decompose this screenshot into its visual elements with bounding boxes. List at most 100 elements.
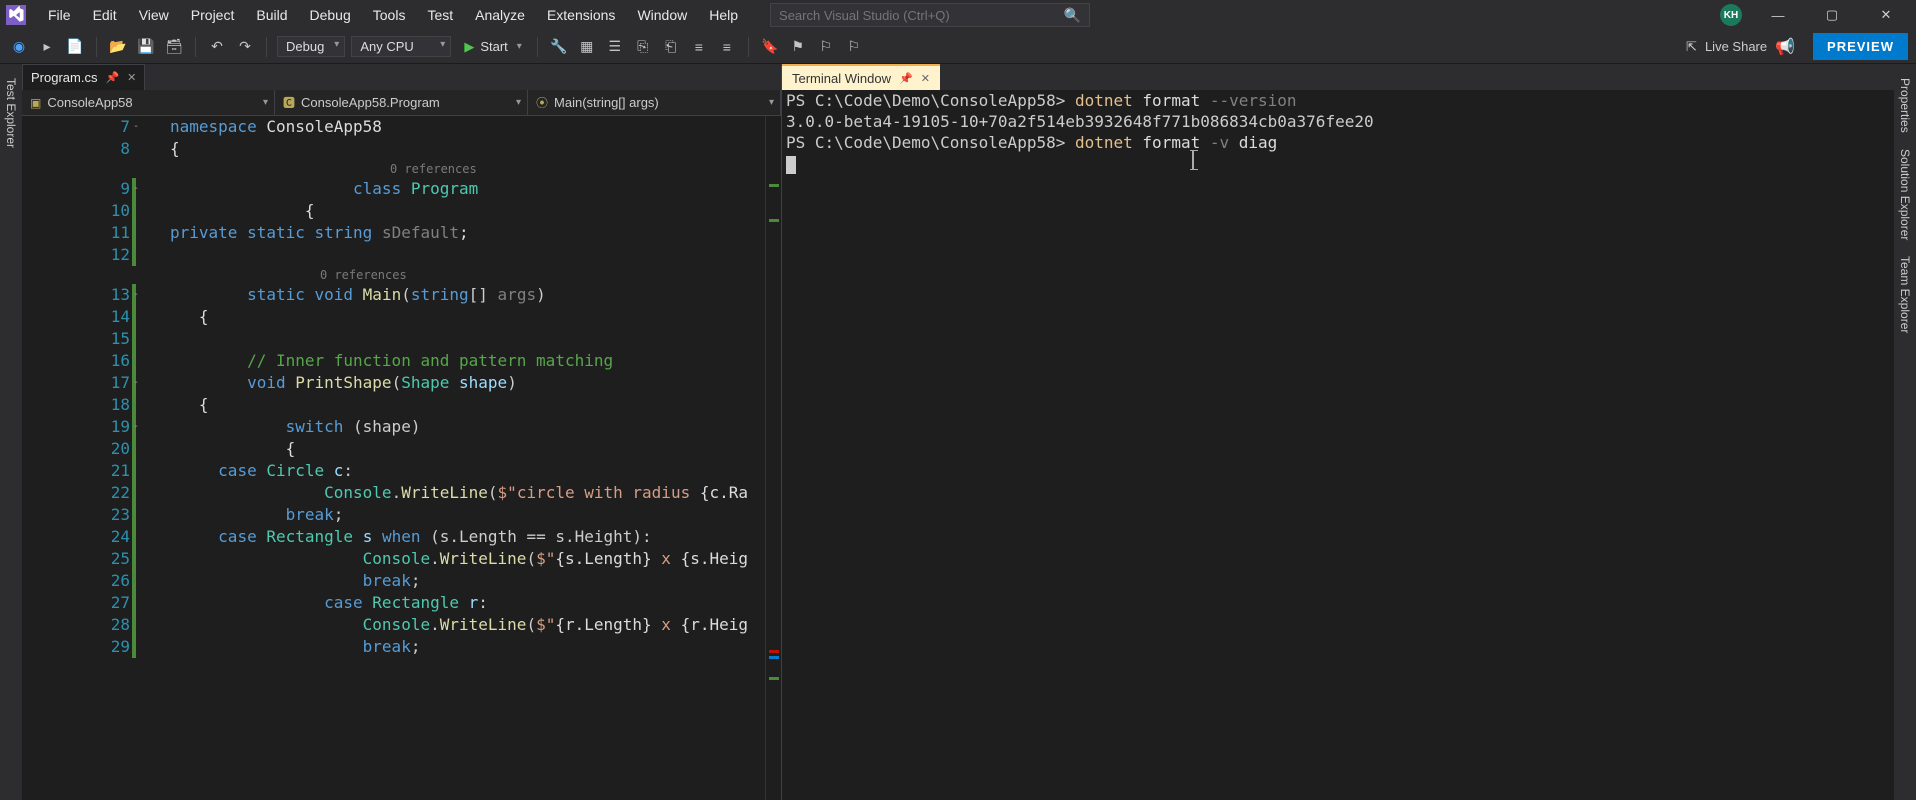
terminal-line[interactable]: PS C:\Code\Demo\ConsoleApp58> dotnet for… xyxy=(786,90,1890,111)
line-number[interactable]: 13- xyxy=(22,284,130,306)
close-window-button[interactable]: ✕ xyxy=(1868,3,1904,27)
line-number[interactable]: 21 xyxy=(22,460,130,482)
tb-icon-9[interactable]: ⚐ xyxy=(815,36,837,58)
line-number[interactable]: 10 xyxy=(22,200,130,222)
line-number[interactable]: 24 xyxy=(22,526,130,548)
new-project-icon[interactable]: 📄 xyxy=(64,36,86,58)
save-icon[interactable]: 💾 xyxy=(135,36,157,58)
quick-launch-search[interactable]: 🔍 xyxy=(770,3,1090,27)
rail-team-explorer[interactable]: Team Explorer xyxy=(1896,248,1914,341)
menu-analyze[interactable]: Analyze xyxy=(465,3,535,27)
code-line[interactable]: void PrintShape(Shape shape) xyxy=(140,372,781,394)
codelens-references[interactable]: 0 references xyxy=(140,266,781,284)
rail-test-explorer[interactable]: Test Explorer xyxy=(2,70,20,156)
line-number[interactable]: 7- xyxy=(22,116,130,138)
code-line[interactable]: Console.WriteLine($"{s.Length} x {s.Heig xyxy=(140,548,781,570)
feedback-icon[interactable]: 📢 xyxy=(1775,37,1795,57)
codelens-references[interactable]: 0 references xyxy=(140,160,781,178)
solution-platform-dropdown[interactable]: Any CPU xyxy=(351,36,451,57)
tb-icon-1[interactable]: 🔧 xyxy=(548,36,570,58)
code-line[interactable]: static void Main(string[] args) xyxy=(140,284,781,306)
code-line[interactable]: break; xyxy=(140,636,781,658)
search-input[interactable] xyxy=(779,8,1064,23)
rail-properties[interactable]: Properties xyxy=(1896,70,1914,141)
line-number[interactable]: 16 xyxy=(22,350,130,372)
tb-icon-3[interactable]: ☰ xyxy=(604,36,626,58)
line-number[interactable]: 11 xyxy=(22,222,130,244)
line-number[interactable]: 22 xyxy=(22,482,130,504)
close-icon[interactable]: ✕ xyxy=(127,71,136,84)
code-line[interactable]: case Rectangle s when (s.Length == s.Hei… xyxy=(140,526,781,548)
line-number[interactable]: 28 xyxy=(22,614,130,636)
code-line[interactable]: { xyxy=(140,200,781,222)
menu-extensions[interactable]: Extensions xyxy=(537,3,625,27)
code-line[interactable]: class Program xyxy=(140,178,781,200)
nav-class-dropdown[interactable]: 🅲 ConsoleApp58.Program xyxy=(275,90,528,115)
tb-icon-8[interactable]: ⚑ xyxy=(787,36,809,58)
tb-icon-5[interactable]: ⎗ xyxy=(660,36,682,58)
terminal-tab[interactable]: Terminal Window 📌 ✕ xyxy=(782,64,940,90)
code-line[interactable]: break; xyxy=(140,504,781,526)
code-line[interactable]: { xyxy=(140,438,781,460)
code-line[interactable] xyxy=(140,328,781,350)
menu-view[interactable]: View xyxy=(129,3,179,27)
nav-back-icon[interactable]: ◉ xyxy=(8,36,30,58)
code-editor[interactable]: 7-89-10111213-14151617-1819-202122232425… xyxy=(22,116,781,800)
nav-fwd-icon[interactable]: ▸ xyxy=(36,36,58,58)
menu-test[interactable]: Test xyxy=(417,3,463,27)
code-line[interactable]: Console.WriteLine($"{r.Length} x {r.Heig xyxy=(140,614,781,636)
avatar[interactable]: KH xyxy=(1720,4,1742,26)
menu-help[interactable]: Help xyxy=(699,3,748,27)
line-number[interactable]: 12 xyxy=(22,244,130,266)
open-file-icon[interactable]: 📂 xyxy=(107,36,129,58)
menu-project[interactable]: Project xyxy=(181,3,245,27)
minimize-button[interactable]: — xyxy=(1760,3,1796,27)
code-line[interactable]: case Rectangle r: xyxy=(140,592,781,614)
pin-icon[interactable]: 📌 xyxy=(899,72,913,85)
code-line[interactable]: break; xyxy=(140,570,781,592)
terminal-line[interactable]: 3.0.0-beta4-19105-10+70a2f514eb3932648f7… xyxy=(786,111,1890,132)
menu-window[interactable]: Window xyxy=(627,3,697,27)
line-number[interactable]: 17- xyxy=(22,372,130,394)
line-number[interactable]: 26 xyxy=(22,570,130,592)
rail-solution-explorer[interactable]: Solution Explorer xyxy=(1896,141,1914,248)
menu-file[interactable]: File xyxy=(38,3,81,27)
maximize-button[interactable]: ▢ xyxy=(1814,3,1850,27)
nav-project-dropdown[interactable]: ▣ ConsoleApp58 xyxy=(22,90,275,115)
start-debug-button[interactable]: ▶ Start xyxy=(457,35,526,59)
code-line[interactable] xyxy=(140,244,781,266)
code-line[interactable]: private static string sDefault; xyxy=(140,222,781,244)
preview-badge[interactable]: PREVIEW xyxy=(1813,33,1908,60)
tb-icon-4[interactable]: ⎘ xyxy=(632,36,654,58)
solution-config-dropdown[interactable]: Debug xyxy=(277,36,345,57)
code-line[interactable]: case Circle c: xyxy=(140,460,781,482)
save-all-icon[interactable]: 🗃 xyxy=(163,36,185,58)
tb-icon-2[interactable]: ▦ xyxy=(576,36,598,58)
code-line[interactable]: Console.WriteLine($"circle with radius {… xyxy=(140,482,781,504)
undo-icon[interactable]: ↶ xyxy=(206,36,228,58)
line-number[interactable]: 9- xyxy=(22,178,130,200)
terminal-line[interactable]: PS C:\Code\Demo\ConsoleApp58> dotnet for… xyxy=(786,132,1890,153)
liveshare-button[interactable]: Live Share xyxy=(1705,39,1767,54)
pin-icon[interactable]: 📌 xyxy=(105,71,119,84)
close-icon[interactable]: ✕ xyxy=(921,72,930,85)
code-line[interactable]: { xyxy=(140,394,781,416)
tb-icon-10[interactable]: ⚐ xyxy=(843,36,865,58)
menu-build[interactable]: Build xyxy=(246,3,297,27)
terminal-line[interactable] xyxy=(786,153,1890,174)
line-number[interactable]: 25 xyxy=(22,548,130,570)
line-number[interactable]: 15 xyxy=(22,328,130,350)
line-number[interactable]: 20 xyxy=(22,438,130,460)
overview-ruler[interactable] xyxy=(765,116,781,800)
code-line[interactable]: switch (shape) xyxy=(140,416,781,438)
menu-tools[interactable]: Tools xyxy=(363,3,416,27)
nav-member-dropdown[interactable]: ⦿ Main(string[] args) xyxy=(528,90,781,115)
code-line[interactable]: namespace ConsoleApp58 xyxy=(140,116,781,138)
line-number[interactable]: 8 xyxy=(22,138,130,160)
tb-icon-6[interactable]: ≡ xyxy=(688,36,710,58)
menu-edit[interactable]: Edit xyxy=(83,3,127,27)
code-line[interactable]: // Inner function and pattern matching xyxy=(140,350,781,372)
line-number[interactable]: 19- xyxy=(22,416,130,438)
redo-icon[interactable]: ↷ xyxy=(234,36,256,58)
line-number[interactable]: 27 xyxy=(22,592,130,614)
